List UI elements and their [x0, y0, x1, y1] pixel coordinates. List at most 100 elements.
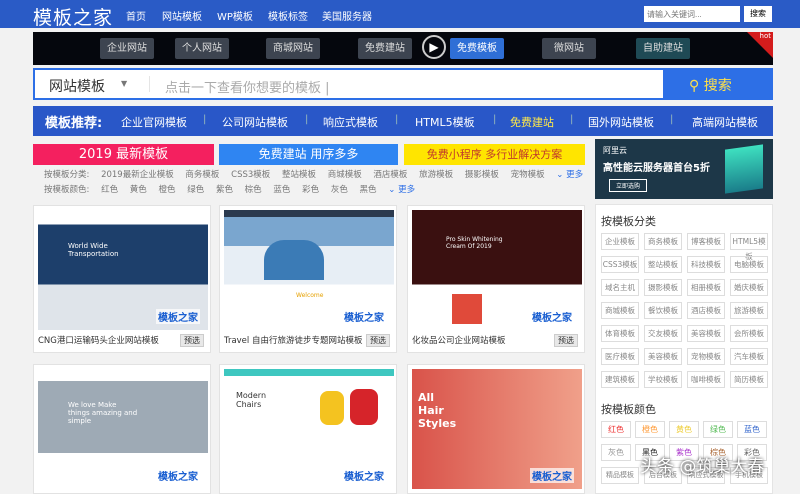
chevron-down-icon[interactable]: ▼ [121, 79, 127, 88]
sidebar-category-tag[interactable]: 体育模板 [601, 325, 639, 342]
banner-enterprise-button[interactable]: 企业网站 [100, 38, 154, 59]
sidebar-color-tag[interactable]: 橙色 [635, 421, 665, 438]
promo-mini-program[interactable]: 免费小程序 多行业解决方案 [404, 144, 585, 165]
sidebar-category-tag[interactable]: 科技模板 [687, 256, 725, 273]
banner-micro-site-button[interactable]: 微网站 [542, 38, 596, 59]
promo-free-build[interactable]: 免费建站 用序多多 [219, 144, 398, 165]
nav-website-templates[interactable]: 网站模板 [162, 8, 202, 23]
sidebar-category-tag[interactable]: 美容模板 [687, 325, 725, 342]
template-card[interactable]: Pro Skin Whitening Cream Of 2019 模板之家 化妆… [407, 205, 585, 353]
banner-personal-button[interactable]: 个人网站 [175, 38, 229, 59]
nav-wp-templates[interactable]: WP模板 [217, 8, 253, 23]
banner-free-template-button[interactable]: 免费模板 [450, 38, 504, 59]
filter-item[interactable]: 绿色 [187, 185, 204, 195]
sidebar-extra-tag[interactable]: 精品模板 [601, 467, 639, 484]
sidebar-category-tag[interactable]: 学校模板 [644, 371, 682, 388]
sidebar-category-tag[interactable]: 交友模板 [644, 325, 682, 342]
sidebar-category-tag[interactable]: 商城模板 [601, 302, 639, 319]
filter-item[interactable]: 棕色 [245, 185, 262, 195]
recommend-item[interactable]: 企业官网模板 [121, 114, 187, 130]
template-thumbnail[interactable]: Modern Chairs 模板之家 [224, 369, 394, 489]
template-title[interactable]: Travel 自由行旅游徒步专题网站模板 [224, 334, 362, 346]
template-thumbnail[interactable]: We love Make things amazing and simple 模… [38, 369, 208, 489]
preview-button[interactable]: 预选 [554, 334, 578, 347]
banner-shop-button[interactable]: 商城网站 [266, 38, 320, 59]
ad-button[interactable]: 立即选购 [609, 179, 648, 192]
filter-item[interactable]: 商务模板 [185, 170, 219, 180]
filter-item[interactable]: 彩色 [302, 185, 319, 195]
template-thumbnail[interactable]: World Wide Transportation 模板之家 [38, 210, 208, 330]
sidebar-category-tag[interactable]: 摄影模板 [644, 279, 682, 296]
sidebar-category-tag[interactable]: 简历模板 [730, 371, 768, 388]
filter-item[interactable]: 黑色 [360, 185, 377, 195]
sidebar-category-tag[interactable]: 咖啡模板 [687, 371, 725, 388]
sidebar-category-tag[interactable]: 博客模板 [687, 233, 725, 250]
filter-item[interactable]: CSS3模板 [231, 170, 270, 180]
template-thumbnail[interactable]: Welcome 模板之家 [224, 210, 394, 330]
sidebar-category-tag[interactable]: 餐饮模板 [644, 302, 682, 319]
preview-button[interactable]: 预选 [366, 334, 390, 347]
template-card[interactable]: Welcome 模板之家 Travel 自由行旅游徒步专题网站模板 预选 [219, 205, 397, 353]
template-card[interactable]: Modern Chairs 模板之家 [219, 364, 397, 494]
sidebar-category-tag[interactable]: 域名主机 [601, 279, 639, 296]
sidebar-category-tag[interactable]: 宠物模板 [687, 348, 725, 365]
filter-item[interactable]: 商城模板 [328, 170, 362, 180]
sidebar-category-tag[interactable]: 企业模板 [601, 233, 639, 250]
recommend-item[interactable]: HTML5模板 [415, 114, 475, 130]
sidebar-color-tag[interactable]: 蓝色 [737, 421, 767, 438]
filter-item[interactable]: 蓝色 [273, 185, 290, 195]
template-thumbnail[interactable]: All Hair Styles 模板之家 [412, 369, 582, 489]
preview-button[interactable]: 预选 [180, 334, 204, 347]
promo-2019[interactable]: 2019 最新模板 [33, 144, 214, 165]
filter-item[interactable]: 灰色 [331, 185, 348, 195]
sidebar-category-tag[interactable]: 旅游模板 [730, 302, 768, 319]
filter-item[interactable]: 橙色 [159, 185, 176, 195]
filter-item[interactable]: 黄色 [130, 185, 147, 195]
search-input[interactable]: 网站模板 ▼ 点击一下查看你想要的模板 | [35, 70, 663, 98]
sidebar-category-tag[interactable]: 医疗模板 [601, 348, 639, 365]
sidebar-category-tag[interactable]: 酒店模板 [687, 302, 725, 319]
recommend-item-free[interactable]: 免费建站 [510, 114, 554, 130]
sidebar-color-tag[interactable]: 黄色 [669, 421, 699, 438]
sidebar-category-tag[interactable]: 相册模板 [687, 279, 725, 296]
filter-item[interactable]: 紫色 [216, 185, 233, 195]
play-icon[interactable]: ▶ [422, 35, 446, 59]
nav-home[interactable]: 首页 [126, 8, 146, 23]
filter-item[interactable]: 旅游模板 [419, 170, 453, 180]
more-colors-link[interactable]: ⌄ 更多 [388, 185, 424, 195]
filter-item[interactable]: 酒店模板 [373, 170, 407, 180]
banner-free-build-button[interactable]: 免费建站 [358, 38, 412, 59]
sidebar-category-tag[interactable]: 会所模板 [730, 325, 768, 342]
template-title[interactable]: 化妆品公司企业网站模板 [412, 334, 506, 346]
filter-item[interactable]: 2019最新企业模板 [101, 170, 174, 180]
filter-item[interactable]: 摄影模板 [465, 170, 499, 180]
search-button[interactable]: ⚲ 搜索 [689, 75, 732, 95]
banner-self-build-button[interactable]: 自助建站 [636, 38, 690, 59]
recommend-item[interactable]: 公司网站模板 [222, 114, 288, 130]
search-type-select[interactable]: 网站模板 [49, 76, 105, 96]
nav-us-servers[interactable]: 美国服务器 [322, 8, 372, 23]
sidebar-category-tag[interactable]: 商务模板 [644, 233, 682, 250]
sidebar-color-tag[interactable]: 红色 [601, 421, 631, 438]
template-thumbnail[interactable]: Pro Skin Whitening Cream Of 2019 模板之家 [412, 210, 582, 330]
template-title[interactable]: CNG港口运输码头企业网站模板 [38, 334, 159, 346]
filter-item[interactable]: 整站模板 [282, 170, 316, 180]
more-categories-link[interactable]: ⌄ 更多 [556, 170, 592, 180]
sidebar-color-tag[interactable]: 灰色 [601, 444, 631, 461]
header-search-button[interactable]: 搜索 [744, 6, 772, 22]
template-card[interactable]: We love Make things amazing and simple 模… [33, 364, 211, 494]
filter-item[interactable]: 宠物模板 [511, 170, 545, 180]
recommend-item[interactable]: 响应式模板 [323, 114, 378, 130]
sidebar-category-tag[interactable]: HTML5模板 [730, 233, 768, 261]
sidebar-category-tag[interactable]: 整站模板 [644, 256, 682, 273]
sidebar-category-tag[interactable]: 美容模板 [644, 348, 682, 365]
sidebar-color-tag[interactable]: 绿色 [703, 421, 733, 438]
keyword-input[interactable] [644, 6, 740, 22]
sidebar-category-tag[interactable]: 汽车模板 [730, 348, 768, 365]
logo[interactable]: 模板之家 [33, 3, 113, 30]
sidebar-category-tag[interactable]: 电脑模板 [730, 256, 768, 273]
aliyun-ad[interactable]: 阿里云 高性能云服务器首台5折 立即选购 [595, 139, 773, 199]
nav-template-tags[interactable]: 模板标签 [268, 8, 308, 23]
recommend-item[interactable]: 国外网站模板 [588, 114, 654, 130]
recommend-item[interactable]: 高端网站模板 [692, 114, 758, 130]
